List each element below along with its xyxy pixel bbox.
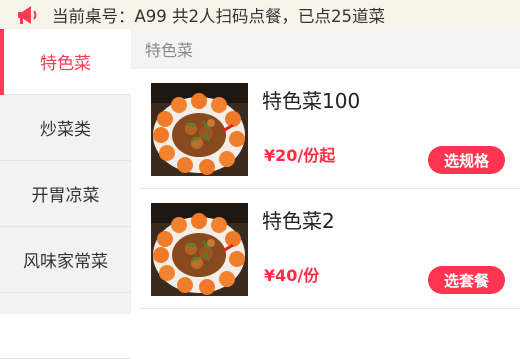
megaphone-icon: [16, 4, 40, 26]
dish-photo: [151, 203, 248, 296]
category-sidebar: 特色菜 炒菜类 开胃凉菜 风味家常菜: [0, 29, 131, 359]
select-spec-button[interactable]: 选规格: [428, 146, 505, 174]
dish-card[interactable]: 特色菜2 ¥40/份 选套餐: [131, 189, 520, 309]
dish-card[interactable]: 特色菜100 ¥20/份起 选规格: [131, 69, 520, 189]
section-title: 特色菜: [131, 29, 520, 69]
dish-name: 特色菜100: [262, 89, 361, 113]
dish-price: ¥40/份: [264, 266, 320, 285]
category-item-next[interactable]: [0, 293, 131, 359]
dish-photo: [151, 83, 248, 176]
notice-bar: 当前桌号：A99 共2人扫码点餐，已点25道菜: [0, 0, 520, 29]
category-item-stir-fry[interactable]: 炒菜类: [0, 95, 131, 161]
category-item-cold-appetizers[interactable]: 开胃凉菜: [0, 161, 131, 227]
category-item-home-style[interactable]: 风味家常菜: [0, 227, 131, 293]
notice-text: 当前桌号：A99 共2人扫码点餐，已点25道菜: [52, 6, 386, 26]
select-set-meal-button[interactable]: 选套餐: [428, 266, 505, 294]
dish-name: 特色菜2: [262, 209, 335, 233]
dish-list: 特色菜 特色菜100 ¥20/份起 选规格 特色菜2 ¥40/份 选套餐: [131, 29, 520, 314]
category-item-featured[interactable]: 特色菜: [0, 29, 131, 95]
divider: [139, 308, 520, 309]
dish-price: ¥20/份起: [264, 146, 336, 165]
